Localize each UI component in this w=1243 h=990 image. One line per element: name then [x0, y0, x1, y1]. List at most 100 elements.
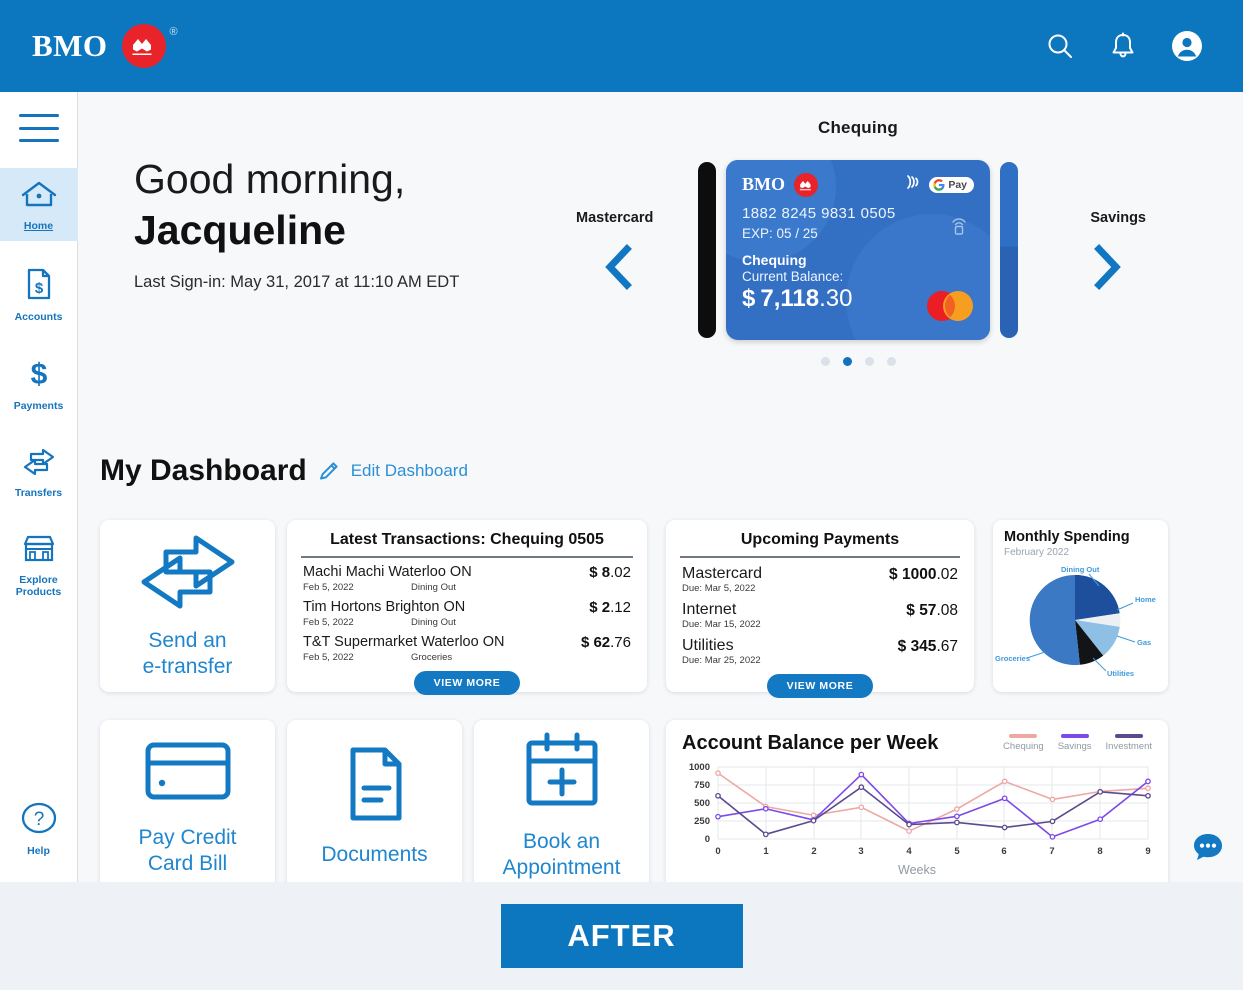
card-balance-currency: $ [742, 284, 756, 312]
data-point [1145, 785, 1151, 792]
tile-label: Send an e-transfer [143, 628, 233, 680]
sidebar-item-home[interactable]: Home [0, 168, 78, 241]
after-label-button[interactable]: AFTER [500, 904, 743, 968]
account-card[interactable]: BMO Pay 1882 8245 9831 0505 EXP: 05 / 25… [726, 159, 990, 340]
main-content: Good morning, Jacqueline Last Sign-in: M… [78, 92, 1243, 882]
data-point [715, 792, 721, 799]
card-balance-label: Current Balance: [742, 268, 844, 284]
card-account-type: Chequing [742, 251, 807, 268]
transaction-amount: $ 8.02 [581, 563, 631, 581]
list-item[interactable]: Mastercard Due: Mar 5, 2022 $ 1000.02 [666, 558, 974, 594]
x-tick-label: 3 [858, 846, 863, 857]
bell-icon[interactable] [1109, 31, 1137, 61]
chevron-left-icon[interactable] [602, 244, 636, 295]
book-appointment-tile[interactable]: Book an Appointment [474, 720, 649, 882]
table-row[interactable]: Tim Hortons Brighton ON Feb 5, 2022 Dini… [287, 593, 647, 628]
account-balance-line-chart: 1000 750 500 250 0 0 1 2 3 4 5 6 7 8 9 [689, 762, 1151, 857]
data-point [954, 806, 960, 812]
payment-amount-minor: .08 [936, 601, 958, 619]
sidebar-item-help[interactable]: ? Help [0, 791, 78, 866]
pie-label-home: Home [1135, 595, 1156, 604]
legend-label: Chequing [1003, 741, 1044, 752]
monthly-spending-panel[interactable]: Monthly Spending February 2022 Dining Ou… [993, 520, 1168, 692]
sidebar-item-accounts[interactable]: $ Accounts [0, 255, 78, 332]
google-g-icon [933, 178, 945, 191]
transaction-amount-major: $ 2 [589, 598, 611, 616]
view-more-transactions-button[interactable]: VIEW MORE [413, 670, 521, 695]
sidebar-item-payments[interactable]: $ Payments [0, 346, 78, 421]
last-signin-text: Last Sign-in: May 31, 2017 at 11:10 AM E… [134, 273, 460, 291]
send-etransfer-tile[interactable]: Send an e-transfer [100, 520, 275, 692]
dollar-sign-icon: $ [22, 357, 56, 396]
data-point [858, 771, 865, 778]
transaction-info: T&T Supermarket Waterloo ON Feb 5, 2022 … [303, 633, 573, 663]
list-item[interactable]: Utilities Due: Mar 25, 2022 $ 345.67 [666, 630, 974, 666]
chart-subtitle: February 2022 [1004, 547, 1070, 558]
carousel-dot[interactable] [864, 357, 874, 366]
view-more-payments-button[interactable]: VIEW MORE [766, 673, 874, 698]
svg-text:?: ? [33, 809, 44, 830]
transaction-meta: Feb 5, 2022 Dining Out [303, 582, 581, 593]
card-number: 1882 8245 9831 0505 [742, 204, 896, 222]
carousel-prev-card-peek[interactable] [698, 161, 716, 338]
chat-bubble-icon[interactable] [1191, 830, 1225, 864]
pencil-icon[interactable] [317, 459, 341, 483]
transaction-info: Tim Hortons Brighton ON Feb 5, 2022 Dini… [303, 598, 581, 628]
documents-tile[interactable]: Documents [287, 720, 462, 882]
carousel-dot-active[interactable] [842, 357, 852, 366]
bmo-dashboard-page: BMO ® Home $ Accounts $ Payments Transfe… [0, 0, 1243, 990]
payment-amount: $ 1000.02 [889, 564, 958, 584]
y-tick-label: 750 [694, 780, 710, 791]
contactless-icon [904, 173, 922, 196]
sidebar-item-label: Payments [13, 400, 64, 412]
legend-item-investment: Investment [1106, 734, 1152, 752]
card-top-right-group: Pay [904, 173, 974, 196]
left-sidebar: Home $ Accounts $ Payments Transfers Exp… [0, 92, 78, 882]
transaction-category: Groceries [411, 651, 453, 663]
table-row[interactable]: Machi Machi Waterloo ON Feb 5, 2022 Dini… [287, 558, 647, 593]
two-way-arrows-icon [19, 446, 59, 483]
carousel-dot[interactable] [820, 357, 830, 366]
dashboard-heading: My Dashboard Edit Dashboard [100, 454, 468, 488]
sidebar-item-explore-products[interactable]: Explore Products [0, 522, 78, 607]
pay-credit-card-bill-tile[interactable]: Pay Credit Card Bill [100, 720, 275, 882]
pie-slices [1029, 574, 1121, 665]
carousel-dot[interactable] [886, 357, 896, 366]
hamburger-menu-icon[interactable] [18, 114, 59, 142]
pie-leader-home [1116, 602, 1134, 611]
after-banner-area: AFTER [0, 882, 1243, 990]
legend-label: Savings [1057, 741, 1092, 752]
edit-dashboard-link[interactable]: Edit Dashboard [351, 461, 468, 481]
legend-label: Investment [1105, 741, 1152, 752]
carousel-next-card-peek[interactable] [1000, 161, 1018, 338]
search-icon[interactable] [1045, 31, 1075, 61]
card-balance-amount: $7,118.30 [742, 285, 974, 313]
card-top-row: BMO Pay [742, 172, 974, 197]
account-balance-chart-panel: Account Balance per Week Chequing Saving… [666, 720, 1168, 882]
transaction-date: Feb 5, 2022 [303, 581, 354, 593]
carousel-row: Mastercard BMO Pay 1882 8245 9831 0505 E… [576, 152, 1146, 347]
y-tick-label: 250 [694, 816, 710, 827]
sidebar-item-transfers[interactable]: Transfers [0, 435, 78, 508]
document-dollar-icon: $ [22, 266, 56, 307]
account-avatar-icon[interactable] [1171, 30, 1203, 62]
bmo-logo[interactable]: BMO ® [32, 24, 178, 68]
chart-x-axis-labels: 0 1 2 3 4 5 6 7 8 9 [715, 846, 1150, 857]
chevron-right-icon[interactable] [1090, 244, 1124, 295]
chart-title: Account Balance per Week [682, 732, 939, 754]
data-point [906, 828, 912, 834]
table-row[interactable]: T&T Supermarket Waterloo ON Feb 5, 2022 … [287, 628, 647, 663]
chart-header: Account Balance per Week Chequing Saving… [666, 720, 1168, 755]
data-point [810, 812, 817, 819]
data-point [954, 813, 960, 820]
google-pay-badge: Pay [929, 176, 974, 193]
legend-swatch [1060, 734, 1089, 738]
payment-name: Utilities [682, 636, 734, 654]
header-icon-group [1045, 30, 1203, 62]
payment-due-date: Due: Mar 15, 2022 [682, 618, 761, 630]
list-item[interactable]: Internet Due: Mar 15, 2022 $ 57.08 [666, 594, 974, 630]
x-tick-label: 0 [715, 846, 720, 857]
two-way-arrows-icon [132, 532, 244, 615]
transaction-amount-minor: .02 [610, 563, 631, 581]
data-point [762, 831, 769, 838]
